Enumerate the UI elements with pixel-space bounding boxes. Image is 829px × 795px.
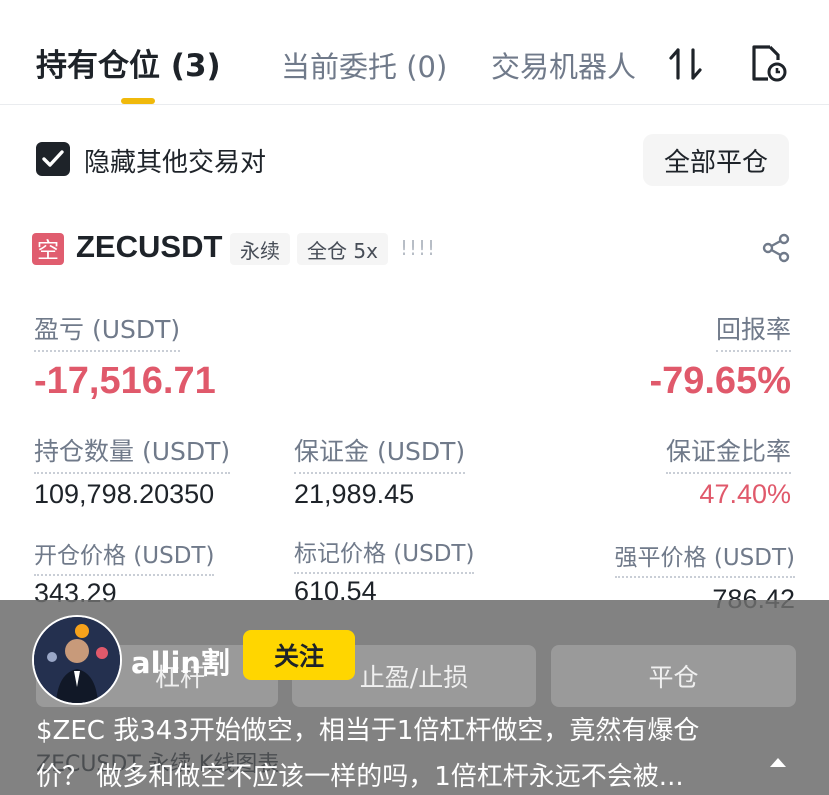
checkmark-icon	[42, 150, 64, 167]
pnl-label[interactable]: 盈亏 (USDT)	[34, 310, 181, 352]
margin-mode-tag[interactable]: 全仓 5x	[297, 233, 388, 265]
size-label[interactable]: 持仓数量 (USDT)	[34, 432, 231, 474]
tab-positions[interactable]: 持有仓位 (3)	[36, 40, 221, 85]
pnl-value: -17,516.71	[34, 360, 216, 402]
post-caption-line1: $ZEC 我343开始做空，相当于1倍杠杆做空，竟然有爆仓	[36, 716, 700, 746]
hide-others-checkbox[interactable]	[36, 142, 70, 176]
author-name[interactable]: allin割	[131, 640, 230, 682]
tab-trading-bots[interactable]: 交易机器人	[491, 44, 636, 86]
margin-ratio-label[interactable]: 保证金比率	[665, 432, 791, 474]
tab-open-orders[interactable]: 当前委托 (0)	[281, 44, 447, 86]
share-icon[interactable]	[760, 232, 792, 264]
liq-price-label[interactable]: 强平价格 (USDT)	[614, 538, 795, 578]
risk-bars: !!!!	[400, 236, 437, 260]
margin-value: 21,989.45	[294, 479, 415, 509]
symbol-name[interactable]: ZECUSDT	[76, 229, 222, 265]
active-tab-indicator	[121, 98, 155, 104]
size-value: 109,798.20350	[34, 479, 215, 509]
close-position-button[interactable]: 平仓	[551, 645, 796, 707]
entry-price-label[interactable]: 开仓价格 (USDT)	[34, 536, 215, 576]
roe-value: -79.65%	[649, 360, 791, 402]
short-badge: 空	[32, 233, 64, 265]
sort-icon[interactable]	[666, 44, 706, 84]
close-all-button[interactable]: 全部平仓	[643, 134, 789, 186]
roe-label[interactable]: 回报率	[715, 310, 791, 352]
hide-others-label: 隐藏其他交易对	[84, 148, 267, 178]
margin-label[interactable]: 保证金 (USDT)	[294, 432, 466, 474]
contract-type-tag: 永续	[230, 233, 290, 265]
follow-button[interactable]: 关注	[243, 630, 355, 680]
post-caption-line2[interactable]: 价？ 做多和做空不应该一样的吗，1倍杠杆永远不会被...	[36, 756, 766, 793]
expand-caret-icon[interactable]	[770, 758, 786, 767]
author-avatar[interactable]	[32, 615, 122, 705]
margin-ratio-value: 47.40%	[699, 479, 791, 509]
position-tabs: 持有仓位 (3) 当前委托 (0) 交易机器人	[0, 0, 829, 105]
mark-price-label[interactable]: 标记价格 (USDT)	[294, 534, 475, 574]
order-history-icon[interactable]	[748, 42, 790, 84]
